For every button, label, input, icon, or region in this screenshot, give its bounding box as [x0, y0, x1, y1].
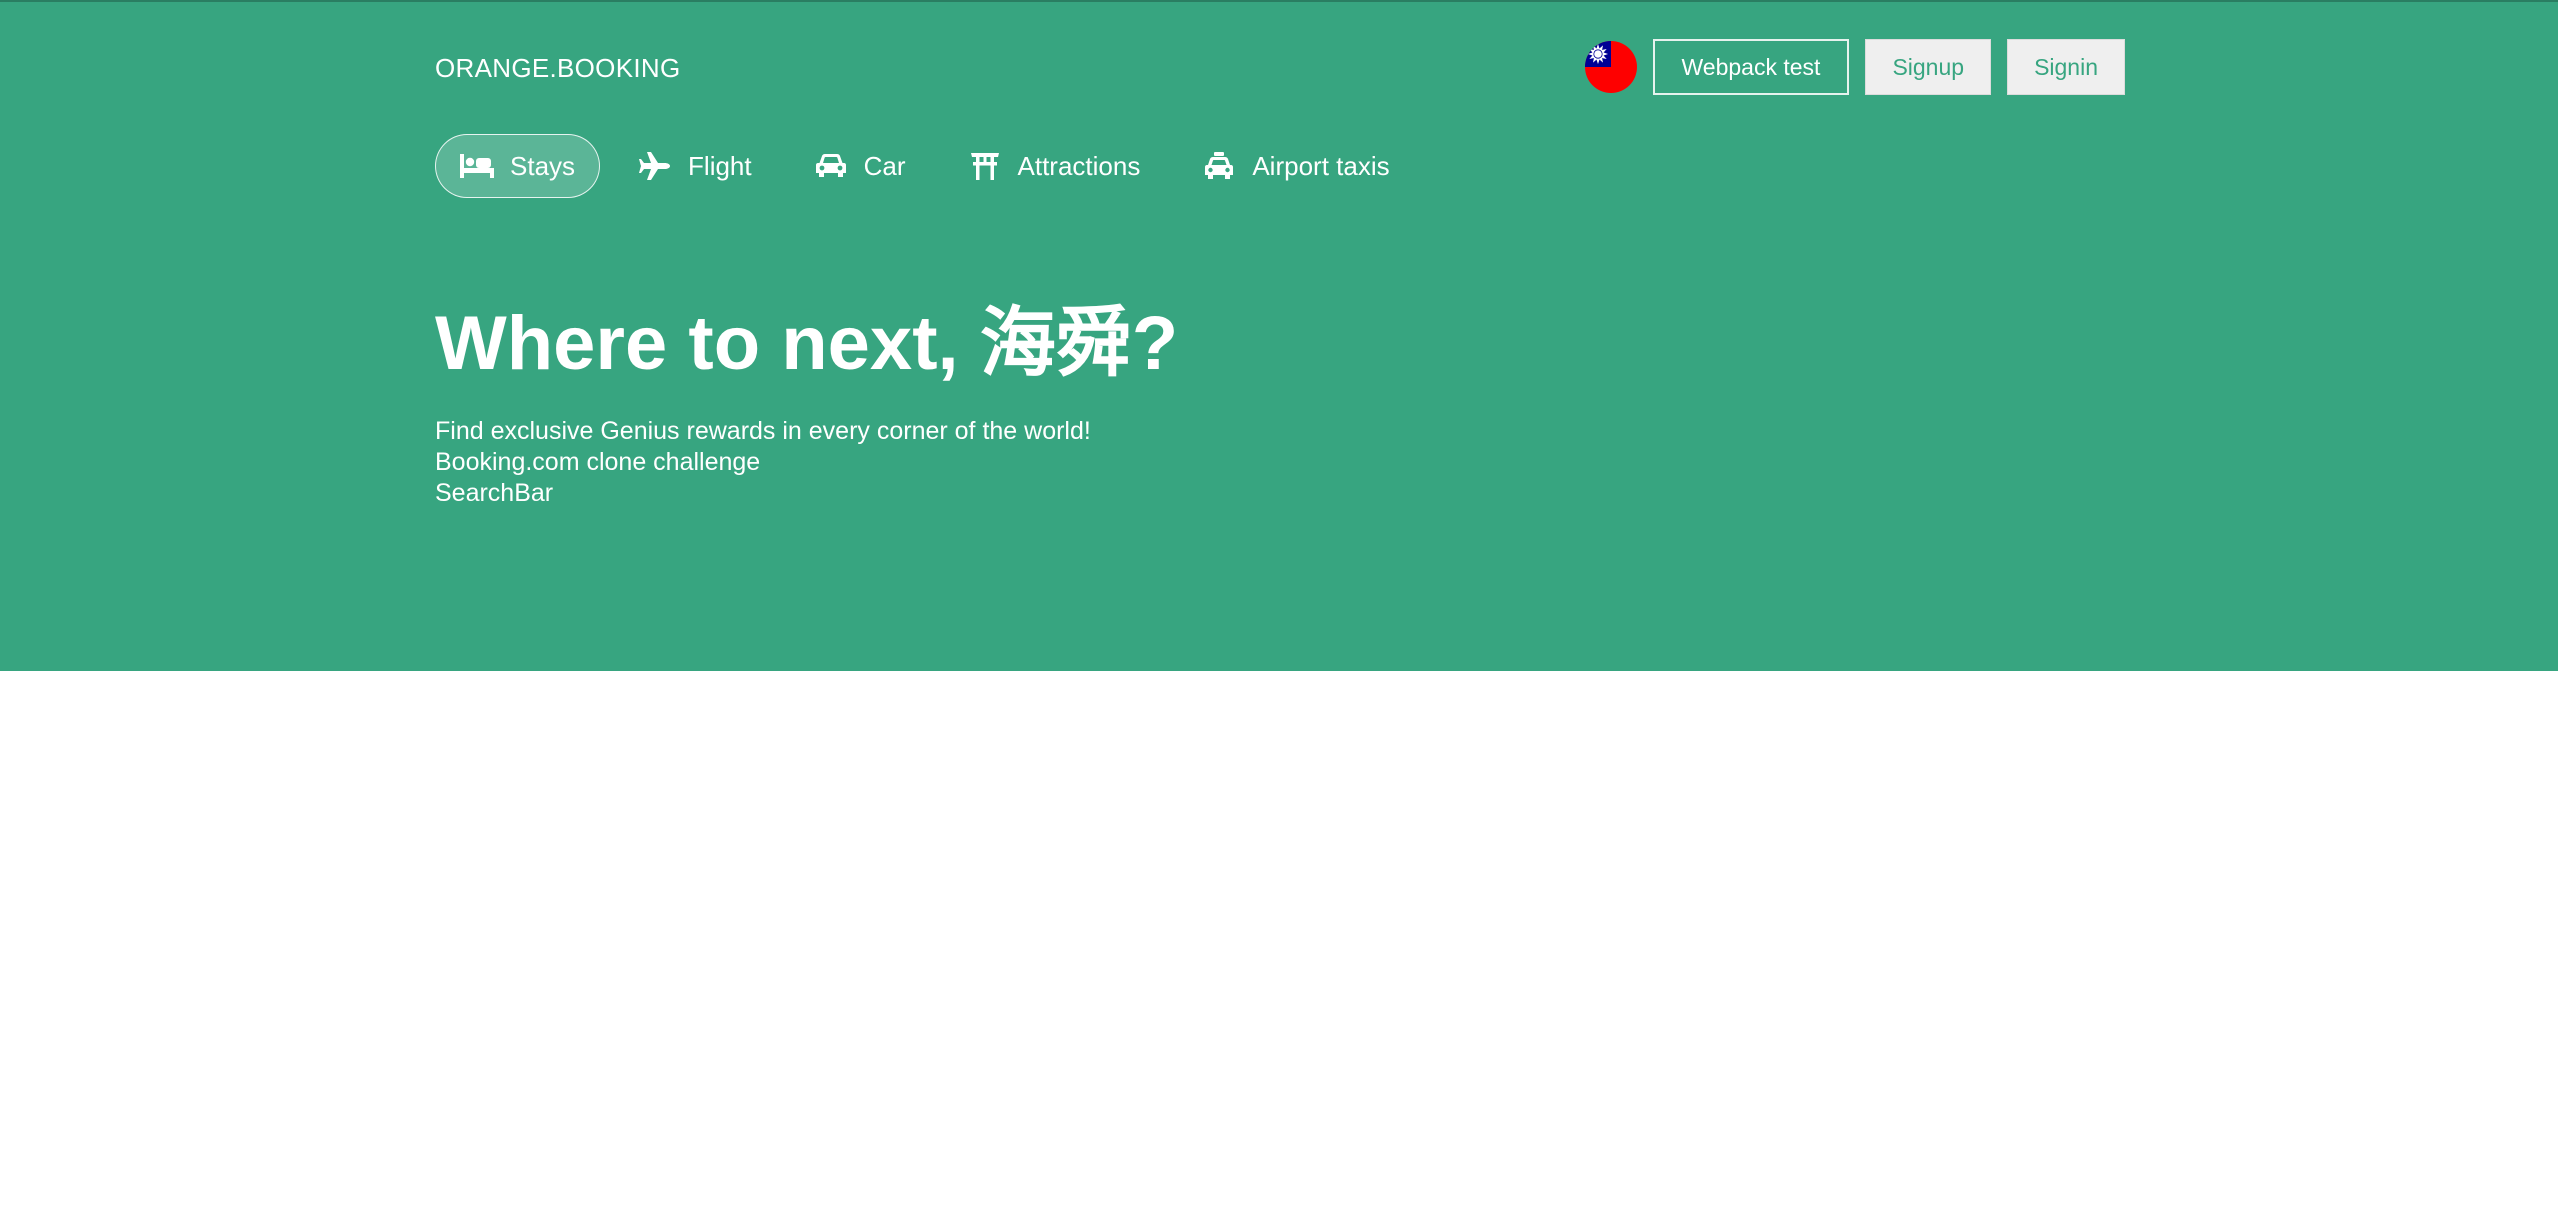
nav-item-stays[interactable]: Stays — [435, 134, 601, 198]
signin-button[interactable]: Signin — [2007, 39, 2125, 95]
nav-item-attractions[interactable]: Attractions — [944, 134, 1165, 198]
hero-title: Where to next, 海舜? — [435, 301, 1179, 386]
car-icon — [814, 152, 848, 180]
signup-button[interactable]: Signup — [1865, 39, 1992, 95]
nav-label-stays: Stays — [510, 150, 576, 181]
hero-tagline: Booking.com clone challenge — [435, 448, 761, 476]
nav-item-airport-taxis[interactable]: Airport taxis — [1178, 134, 1413, 198]
plane-icon — [638, 152, 672, 180]
nav-item-flight[interactable]: Flight — [614, 134, 776, 198]
top-bar: ORANGE.BOOKING Webpack test Signup Signi… — [435, 39, 2125, 97]
header-actions: Webpack test Signup Signin — [1584, 39, 2125, 95]
taiwan-flag-icon[interactable] — [1584, 41, 1637, 93]
bed-icon — [460, 152, 494, 180]
category-nav: Stays Flight Car Attractions Airport tax… — [435, 134, 1414, 198]
nav-label-attractions: Attractions — [1017, 150, 1141, 181]
nav-label-airport-taxis: Airport taxis — [1252, 150, 1390, 181]
torii-gate-icon — [968, 152, 1002, 180]
search-bar-placeholder: SearchBar — [435, 479, 554, 507]
nav-label-flight: Flight — [688, 150, 752, 181]
nav-item-car[interactable]: Car — [790, 134, 930, 198]
header-container: ORANGE.BOOKING Webpack test Signup Signi… — [435, 2, 2125, 671]
nav-label-car: Car — [863, 150, 906, 181]
site-logo[interactable]: ORANGE.BOOKING — [435, 53, 680, 84]
hero-header: ORANGE.BOOKING Webpack test Signup Signi… — [0, 0, 2558, 671]
hero-subtitle: Find exclusive Genius rewards in every c… — [435, 417, 1091, 445]
webpack-test-button[interactable]: Webpack test — [1652, 39, 1850, 95]
taxi-icon — [1202, 152, 1236, 180]
